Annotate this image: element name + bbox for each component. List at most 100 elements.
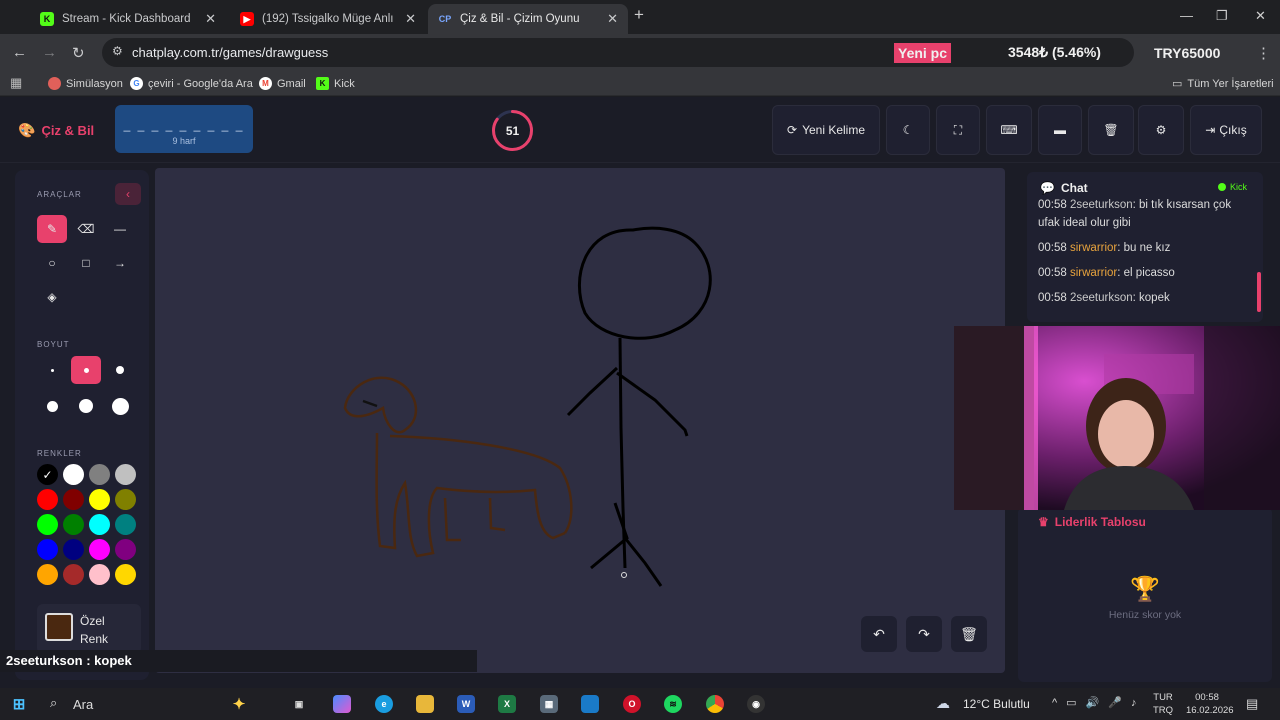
search-label[interactable]: Ara: [73, 697, 93, 712]
custom-color-swatch[interactable]: [45, 613, 73, 641]
line-icon: —: [114, 222, 126, 236]
color-swatch[interactable]: ✓: [37, 464, 58, 485]
color-swatch[interactable]: [115, 539, 136, 560]
clock[interactable]: 00:58 16.02.2026: [1186, 691, 1234, 717]
color-swatch[interactable]: [115, 464, 136, 485]
close-icon[interactable]: ✕: [607, 11, 618, 27]
close-icon[interactable]: ✕: [205, 11, 216, 27]
archive-button[interactable]: ▬: [1038, 105, 1082, 155]
color-swatch[interactable]: [63, 489, 84, 510]
edge-icon[interactable]: e: [375, 695, 393, 713]
search-icon[interactable]: ⌕: [50, 695, 57, 711]
color-swatch[interactable]: [115, 514, 136, 535]
collapse-panel-button[interactable]: ‹: [115, 183, 141, 205]
bookmark-simulasyon[interactable]: Simülasyon: [48, 77, 123, 90]
menu-icon[interactable]: ⋮: [1256, 44, 1271, 62]
calculator-icon[interactable]: ▦: [540, 695, 558, 713]
store-icon[interactable]: [581, 695, 599, 713]
windows-start-icon[interactable]: ⊞: [10, 695, 28, 713]
color-swatch[interactable]: [37, 514, 58, 535]
size-2[interactable]: [71, 356, 101, 384]
dark-mode-button[interactable]: ☾: [886, 105, 930, 155]
maximize-icon[interactable]: ❐: [1216, 8, 1228, 24]
copilot-sparkle-icon[interactable]: ✦: [230, 695, 248, 713]
settings-button[interactable]: ⚙: [1138, 105, 1184, 155]
excel-icon[interactable]: X: [498, 695, 516, 713]
all-bookmarks[interactable]: ▭ Tüm Yer İşaretleri: [1172, 77, 1274, 91]
color-swatch[interactable]: [115, 489, 136, 510]
dog-back-leg: [488, 497, 506, 532]
copilot-icon[interactable]: [333, 695, 351, 713]
color-swatch[interactable]: [89, 539, 110, 560]
size-5[interactable]: [71, 392, 101, 420]
fullscreen-button[interactable]: ⛶: [936, 105, 980, 155]
tab-label: Çiz & Bil - Çizim Oyunu: [460, 13, 580, 25]
color-swatch[interactable]: [63, 464, 84, 485]
size-3[interactable]: [105, 356, 135, 384]
apps-icon[interactable]: ▦: [10, 75, 22, 91]
size-4[interactable]: [37, 392, 67, 420]
color-swatch[interactable]: [89, 514, 110, 535]
color-swatch[interactable]: [63, 514, 84, 535]
clear-canvas-button[interactable]: 🗑: [951, 616, 987, 652]
color-swatch[interactable]: [63, 539, 84, 560]
opera-icon[interactable]: O: [623, 695, 641, 713]
weather-text[interactable]: 12°C Bulutlu: [963, 697, 1030, 711]
obs-icon[interactable]: ◉: [747, 695, 765, 713]
file-explorer-icon[interactable]: [416, 695, 434, 713]
fill-tool[interactable]: ◈: [37, 283, 67, 311]
leaderboard-title: Liderlik Tablosu: [1054, 515, 1146, 529]
color-swatch[interactable]: [37, 539, 58, 560]
bookmark-kick[interactable]: K Kick: [316, 77, 355, 90]
undo-button[interactable]: ↶: [861, 616, 897, 652]
system-tray-icons[interactable]: ^▭🔊🎤♪: [1052, 696, 1145, 709]
window-close-icon[interactable]: ✕: [1255, 8, 1266, 24]
keyboard-button[interactable]: ⌨: [986, 105, 1032, 155]
color-swatch[interactable]: [37, 489, 58, 510]
color-swatch[interactable]: [63, 564, 84, 585]
chrome-icon[interactable]: [706, 695, 724, 713]
spotify-icon[interactable]: ≋: [664, 695, 682, 713]
back-icon[interactable]: ←: [12, 44, 27, 61]
color-swatch[interactable]: [89, 489, 110, 510]
forward-icon[interactable]: →: [42, 44, 57, 61]
color-swatch[interactable]: [89, 464, 110, 485]
new-word-button[interactable]: ⟳ Yeni Kelime: [772, 105, 880, 155]
chat-text: kopek: [1139, 292, 1170, 304]
notifications-icon[interactable]: ▤: [1246, 696, 1258, 712]
game-app: 🎨 Çiz & Bil _ _ _ _ _ _ _ _ _ 9 harf 51 …: [0, 97, 1280, 688]
tab-cizbil[interactable]: CP Çiz & Bil - Çizim Oyunu ✕: [428, 4, 628, 34]
word-icon[interactable]: W: [457, 695, 475, 713]
reload-icon[interactable]: ↻: [72, 44, 85, 62]
bookmark-gmail[interactable]: M Gmail: [259, 77, 306, 90]
close-icon[interactable]: ✕: [405, 11, 416, 27]
bookmark-ceviri[interactable]: Gçeviri - Google'da Ara: [130, 77, 253, 90]
site-info-icon[interactable]: ⚙: [112, 44, 123, 58]
rectangle-tool[interactable]: □: [71, 249, 101, 277]
drawing-canvas[interactable]: ↶ ↷ 🗑: [155, 168, 1005, 673]
line-tool[interactable]: —: [105, 215, 135, 243]
brush-tool[interactable]: ✎: [37, 215, 67, 243]
exit-button[interactable]: ⇥ Çıkış: [1190, 105, 1262, 155]
arrow-tool[interactable]: →: [105, 249, 135, 277]
size-6[interactable]: [105, 392, 135, 420]
chat-text: bu ne kız: [1123, 242, 1171, 254]
tab-kick-dashboard[interactable]: K Stream - Kick Dashboard ✕: [30, 4, 226, 34]
clear-button[interactable]: 🗑: [1088, 105, 1134, 155]
ticker-value: 3548₺ (5.46%): [1008, 44, 1101, 60]
color-swatch[interactable]: [115, 564, 136, 585]
size-1[interactable]: [37, 356, 67, 384]
omnibox[interactable]: ⚙ chatplay.com.tr/games/drawguess Yeni p…: [102, 38, 1220, 67]
color-swatch[interactable]: [89, 564, 110, 585]
eraser-tool[interactable]: ⌫: [71, 215, 101, 243]
chat-scrollbar[interactable]: [1257, 272, 1261, 312]
language-indicator[interactable]: TUR TRQ: [1153, 691, 1173, 717]
minimize-icon[interactable]: —: [1180, 8, 1193, 23]
new-tab-icon[interactable]: +: [634, 5, 644, 25]
tab-youtube[interactable]: ▶ (192) Tssigalko Müge Anlı İzliyor ✕: [230, 4, 426, 34]
task-view-icon[interactable]: ▣: [290, 695, 308, 713]
redo-button[interactable]: ↷: [906, 616, 942, 652]
circle-tool[interactable]: ○: [37, 249, 67, 277]
color-swatch[interactable]: [37, 564, 58, 585]
custom-color-button[interactable]: Özel Renk: [37, 604, 141, 654]
